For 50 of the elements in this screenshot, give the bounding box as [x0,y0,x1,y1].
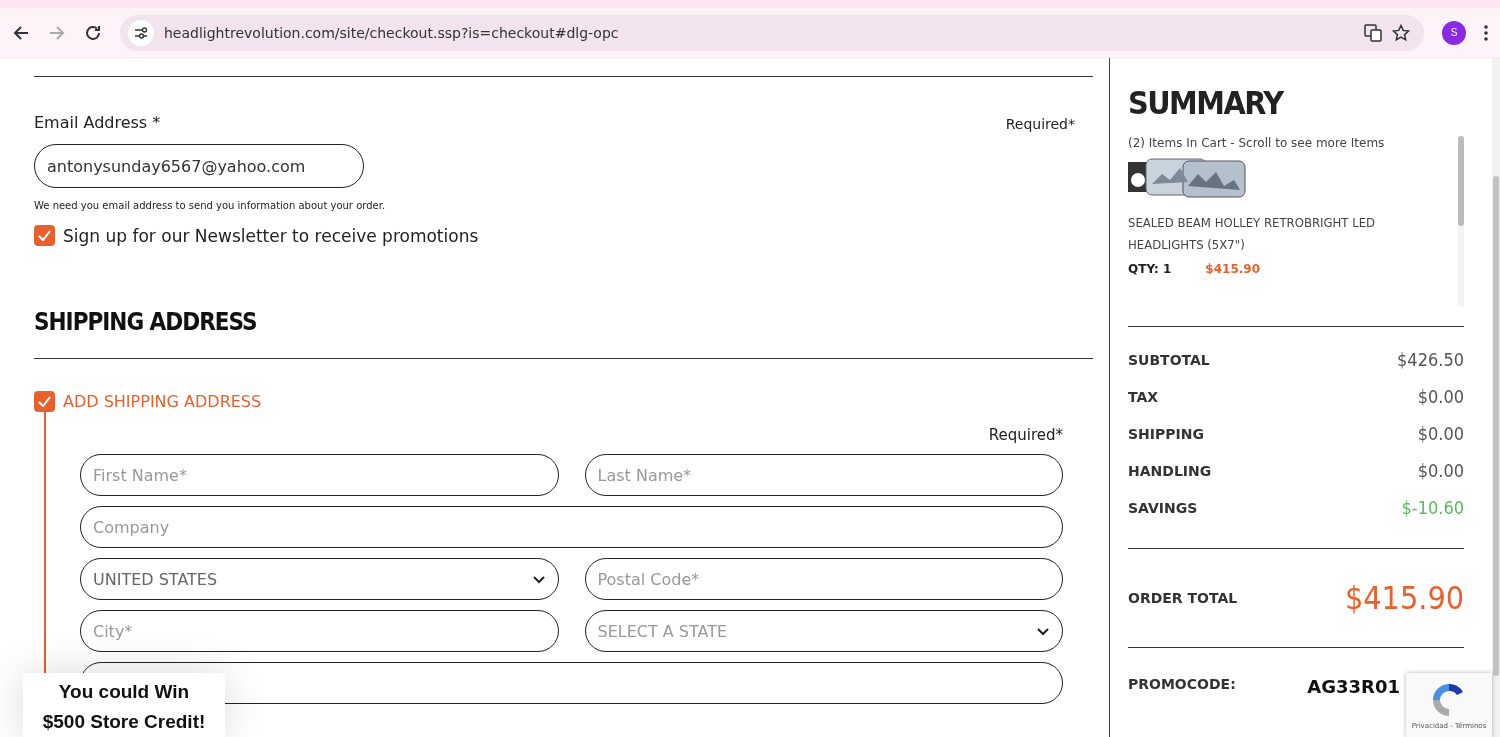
back-icon[interactable] [12,23,30,42]
popup-text: $500 Store Credit! [42,711,206,733]
star-icon[interactable] [1392,23,1410,42]
chevron-down-icon [1036,626,1050,636]
menu-icon[interactable] [1484,24,1488,41]
item-qty: QTY: 1 [1128,262,1172,276]
input-field[interactable]: Company [80,506,1063,548]
summary-value: $426.50 [1397,349,1464,370]
input-field[interactable]: Postal Code* [584,558,1063,600]
cart-note: (2) Items In Cart - Scroll to see more Items [1128,136,1386,150]
summary-value: $0.00 [1417,460,1464,481]
select-field[interactable]: UNITED STATES [80,558,559,600]
popup-text: You could Win [58,681,190,703]
input-field[interactable]: First Name* [80,454,559,496]
shipping-address-label: ADD SHIPPING ADDRESS [63,392,262,411]
newsletter-checkbox[interactable] [34,225,55,246]
profile-avatar[interactable]: S [1442,20,1466,45]
input-field[interactable]: Last Name* [584,454,1063,496]
summary-value: $-10.60 [1401,497,1464,518]
chevron-down-icon [531,574,546,584]
url-text: headlightrevolution.com/site/checkout.ssp?is=checkout#dlg-opc [164,24,620,41]
summary-label: HANDLING [1128,462,1212,479]
reload-icon[interactable] [84,23,102,42]
email-field[interactable]: antonysunday6567@yahoo.com [34,144,364,188]
promo-popup[interactable]: You could Win $500 Store Credit! [23,673,225,737]
newsletter-label: Sign up for our Newsletter to receive promotions [63,225,479,246]
item-name: SEALED BEAM HOLLEY RETROBRIGHT LED HEADLIGHTS (5X7") [1128,214,1377,254]
address-bar[interactable]: headlightrevolution.com/site/checkout.ssp?is=checkout#dlg-opc [120,14,1424,51]
required-note: Required* [1005,116,1075,132]
shipping-heading: SHIPPING ADDRESS [34,308,258,336]
check-icon [38,396,51,407]
site-settings-icon[interactable] [128,19,154,46]
email-label: Email Address * [34,113,161,132]
item-price: $415.90 [1205,262,1260,276]
required-note: Required* [988,426,1063,444]
summary-label: TAX [1128,388,1159,405]
summary-label: SHIPPING [1128,425,1204,442]
promocode-label: PROMOCODE: [1128,676,1236,694]
order-total-value: $415.90 [1345,579,1464,617]
summary-label: SUBTOTAL [1128,351,1210,368]
promocode-value: AG33R01 [1307,676,1400,697]
check-icon [38,230,51,241]
summary-value: $0.00 [1417,423,1464,444]
summary-label: SAVINGS [1128,499,1198,516]
input-field[interactable]: City* [80,610,559,652]
summary-value: $0.00 [1417,386,1464,407]
email-help-text: We need you email address to send you information about your order. [34,200,387,211]
shipping-address-checkbox[interactable] [34,391,55,412]
order-total-label: ORDER TOTAL [1128,590,1238,606]
summary-title: SUMMARY [1128,84,1285,122]
